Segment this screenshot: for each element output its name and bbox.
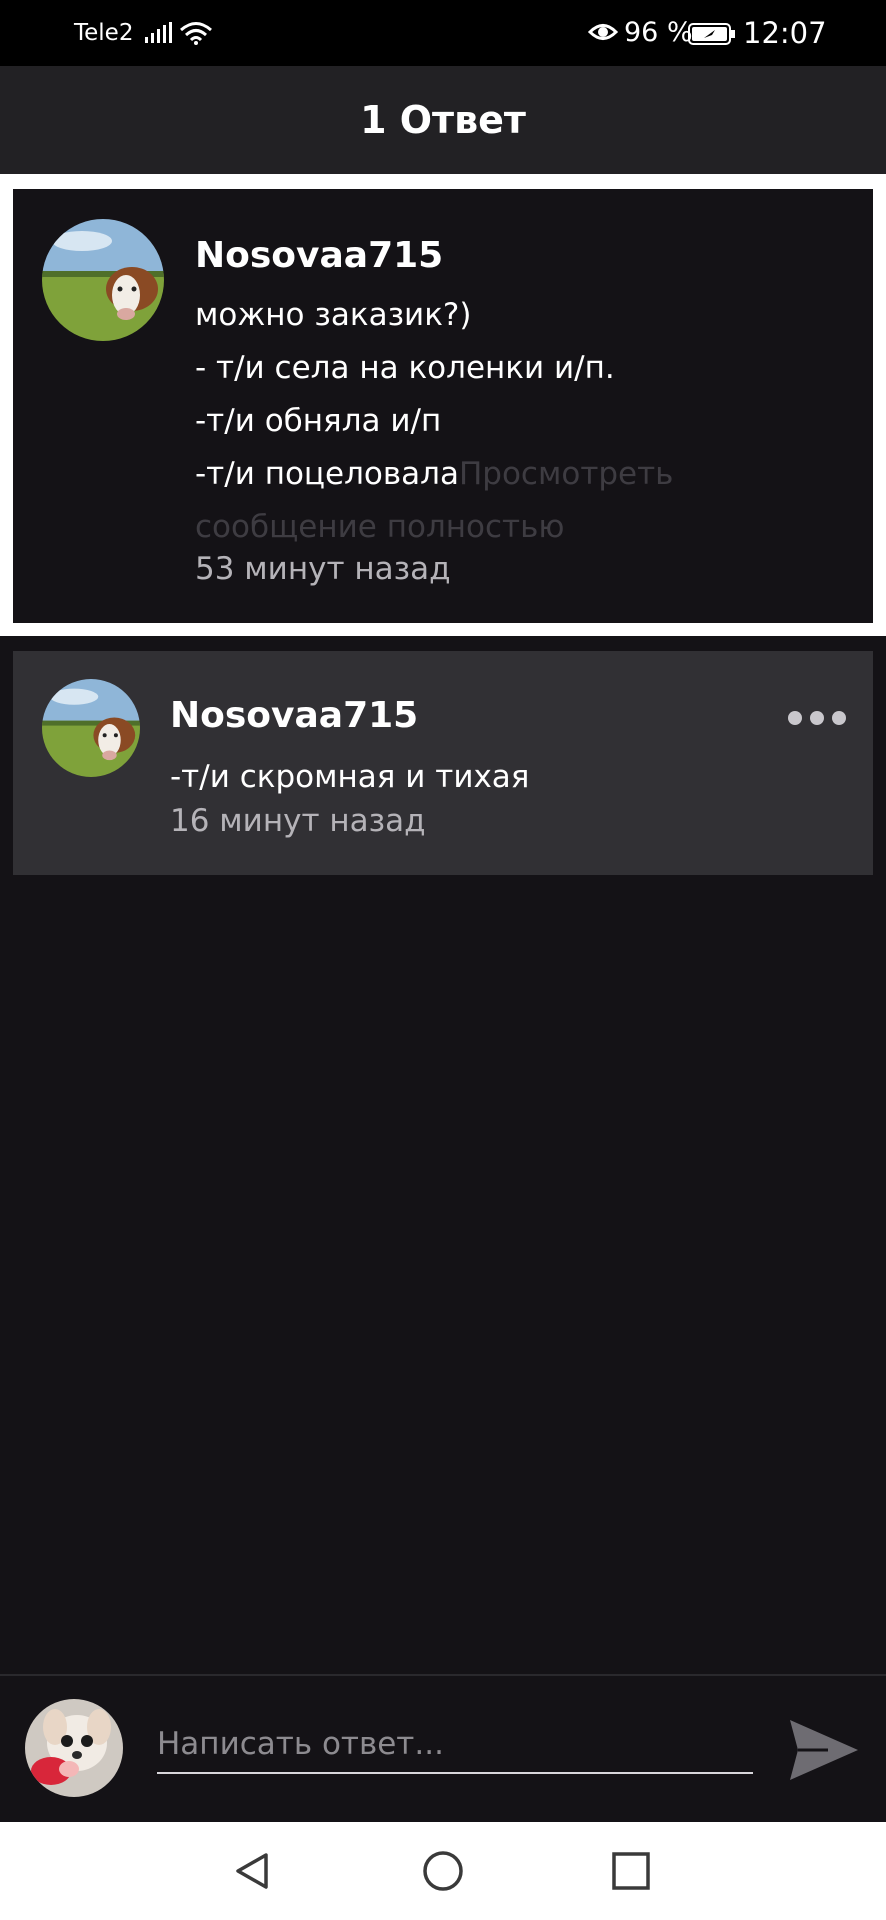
send-icon[interactable]	[788, 1716, 860, 1784]
reply-text: -т/и скромная и тихая	[170, 759, 530, 795]
cow-avatar-image	[42, 679, 140, 777]
eye-icon	[588, 24, 618, 40]
carrier-label: Tele2	[74, 20, 134, 46]
signal-icon	[145, 22, 172, 43]
back-triangle-icon[interactable]	[230, 1849, 274, 1893]
avatar[interactable]	[42, 219, 164, 341]
battery-percent: 96 %	[624, 17, 693, 48]
comment-body: можно заказик?) - т/и села на коленки и/…	[195, 289, 835, 554]
header-bar: 1 Ответ	[0, 66, 886, 174]
comment-author[interactable]: Nosovaa715	[195, 235, 443, 276]
view-full-message-link[interactable]: Просмотреть	[459, 456, 674, 492]
system-nav-bar	[0, 1822, 886, 1920]
wifi-icon	[180, 22, 212, 45]
clock: 12:07	[743, 16, 827, 50]
comment-timestamp: 53 минут назад	[195, 551, 451, 587]
more-dots-icon[interactable]	[787, 701, 847, 735]
dog-avatar-image	[25, 1699, 123, 1797]
page-title: 1 Ответ	[360, 98, 526, 142]
view-full-message-link-continuation[interactable]: сообщение полностью	[195, 501, 835, 554]
current-user-avatar[interactable]	[25, 1699, 123, 1797]
reply-item[interactable]: Nosovaa715 -т/и скромная и тихая 16 мину…	[13, 651, 873, 875]
cow-avatar-image	[42, 219, 164, 341]
comment-line-with-more: -т/и поцеловалаПросмотреть	[195, 448, 835, 501]
recents-square-icon[interactable]	[609, 1849, 653, 1893]
reply-author[interactable]: Nosovaa715	[170, 695, 418, 736]
comment-line: -т/и поцеловала	[195, 456, 459, 492]
avatar[interactable]	[42, 679, 140, 777]
reply-composer	[0, 1674, 886, 1824]
status-bar: Tele2 96 % 12:07	[0, 0, 886, 66]
comment-line: можно заказик?)	[195, 297, 472, 333]
battery-icon	[688, 23, 735, 45]
reply-input[interactable]	[157, 1716, 753, 1774]
comment-line: -т/и обняла и/п	[195, 403, 442, 439]
reply-timestamp: 16 минут назад	[170, 803, 426, 839]
home-circle-icon[interactable]	[421, 1849, 465, 1893]
comment-line: - т/и села на коленки и/п.	[195, 350, 615, 386]
parent-comment[interactable]: Nosovaa715 можно заказик?) - т/и села на…	[13, 189, 873, 623]
